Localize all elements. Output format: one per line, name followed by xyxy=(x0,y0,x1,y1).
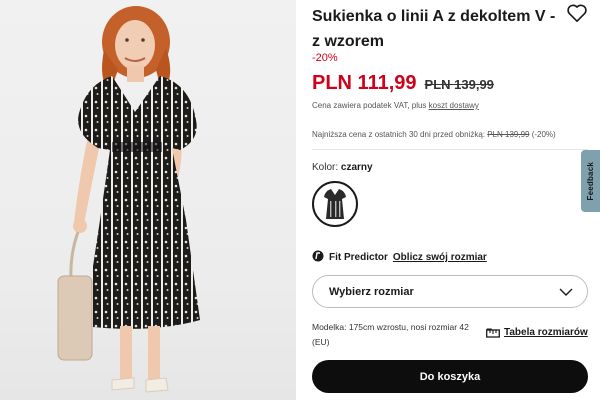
price-row: PLN 111,99 PLN 139,99 xyxy=(312,72,494,95)
color-label-text: Kolor: xyxy=(312,162,339,173)
original-price: PLN 139,99 xyxy=(424,77,494,92)
lowest-price-prefix: Najniższa cena z ostatnich 30 dni przed … xyxy=(312,130,488,139)
fit-predictor-icon xyxy=(312,250,324,265)
color-label: Kolor: czarny xyxy=(312,162,373,173)
size-dropdown[interactable]: Wybierz rozmiar xyxy=(312,275,588,308)
vat-text: Cena zawiera podatek VAT, plus xyxy=(312,101,429,110)
model-photo xyxy=(57,6,200,393)
size-dropdown-label: Wybierz rozmiar xyxy=(329,285,414,298)
feedback-label: Feedback xyxy=(586,161,595,201)
current-price: PLN 111,99 xyxy=(312,72,417,94)
discount-badge: -20% xyxy=(312,52,338,64)
shipping-cost-link[interactable]: koszt dostawy xyxy=(429,101,479,110)
product-details: Sukienka o linii A z dekoltem V - z wzor… xyxy=(312,0,600,400)
calculate-size-link[interactable]: Oblicz swój rozmiar xyxy=(393,252,487,263)
product-title: Sukienka o linii A z dekoltem V - z wzor… xyxy=(312,8,556,50)
model-info: Modelka: 175cm wzrostu, nosi rozmiar 42 … xyxy=(312,322,469,347)
chevron-down-icon xyxy=(559,288,573,296)
fit-predictor-label: Fit Predictor xyxy=(329,252,388,263)
product-image[interactable] xyxy=(0,0,296,400)
add-to-cart-button[interactable]: Do koszyka xyxy=(312,360,588,393)
fit-predictor-row: Fit Predictor Oblicz swój rozmiar xyxy=(312,250,487,265)
vat-note: Cena zawiera podatek VAT, plus koszt dos… xyxy=(312,101,479,110)
divider xyxy=(312,149,588,150)
lowest-price-value: PLN 139,99 xyxy=(487,130,530,139)
heart-icon[interactable] xyxy=(566,3,588,23)
size-table-link[interactable]: Tabela rozmiarów xyxy=(486,327,588,338)
color-value: czarny xyxy=(340,162,373,173)
lowest-price-suffix: (-20%) xyxy=(529,130,556,139)
lowest-price-note: Najniższa cena z ostatnich 30 dni przed … xyxy=(312,130,556,139)
ruler-icon xyxy=(486,328,500,338)
color-swatch-black[interactable] xyxy=(312,181,358,227)
feedback-tab[interactable]: Feedback xyxy=(581,150,600,212)
size-table-label: Tabela rozmiarów xyxy=(504,327,588,338)
dress-thumbnail-icon xyxy=(324,189,346,219)
